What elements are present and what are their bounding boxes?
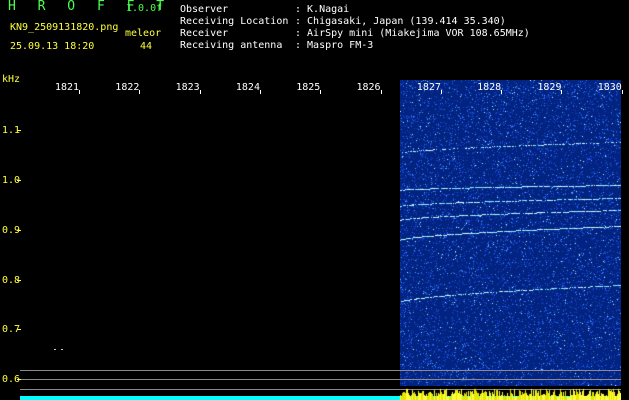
observer-value: : K.Nagai [295,4,350,15]
x-tick-label: 1825 [296,82,321,93]
receiver-value: : AirSpy mini (Miakejima VOR 108.65MHz) [295,28,530,39]
x-tick-mark [380,90,382,94]
receiver-label: Receiver [180,28,229,39]
x-tick-mark [139,90,141,94]
x-tick-mark [199,90,201,94]
mode-label: meleor [125,28,162,39]
x-tick-mark [79,90,80,94]
observer-label: Observer [180,4,229,15]
x-tick-label: 1826 [356,82,381,93]
hrofft-window: H R O F F T 1.0.0f KN9_2509131820.png me… [0,0,629,400]
x-tick-mark [621,90,623,94]
x-tick-label: 1830 [597,82,622,93]
x-tick-mark [259,90,261,94]
noise-mark [54,349,56,350]
y-axis-unit: kHz [2,74,21,85]
reference-line-2 [20,379,621,380]
date-time: 25.09.13 18:20 [10,41,95,52]
location-value: : Chigasaki, Japan (139.414 35.340) [295,16,506,27]
x-tick-label: 1828 [477,82,502,93]
antenna-value: : Maspro FM-3 [295,40,374,51]
event-count: 44 [140,41,153,52]
file-name: KN9_2509131820.png [10,22,119,33]
x-tick-label: 1824 [235,82,260,93]
x-tick-label: 1827 [416,82,441,93]
y-tick-mark [17,230,21,231]
y-tick-mark [17,379,21,380]
x-tick-label: 1822 [115,82,140,93]
x-tick-mark [501,90,503,94]
spectrogram-canvas [400,80,621,386]
power-bars [20,386,621,400]
y-tick-mark [17,280,21,281]
x-tick-label: 1821 [55,82,80,93]
antenna-label: Receiving antenna [180,40,283,51]
x-tick-label: 1829 [537,82,562,93]
x-tick-label: 1823 [175,82,200,93]
y-tick-mark [17,329,21,330]
reference-line-1 [20,370,621,371]
y-tick-mark [17,130,21,131]
spectrogram [400,80,621,386]
y-tick-mark [17,180,21,181]
app-version: 1.0.0f [126,3,163,14]
location-label: Receiving Location [180,16,289,27]
x-tick-mark [561,90,563,94]
power-baseline [20,386,621,400]
x-tick-mark [320,90,322,94]
noise-mark [61,349,63,350]
x-tick-mark [440,90,442,94]
